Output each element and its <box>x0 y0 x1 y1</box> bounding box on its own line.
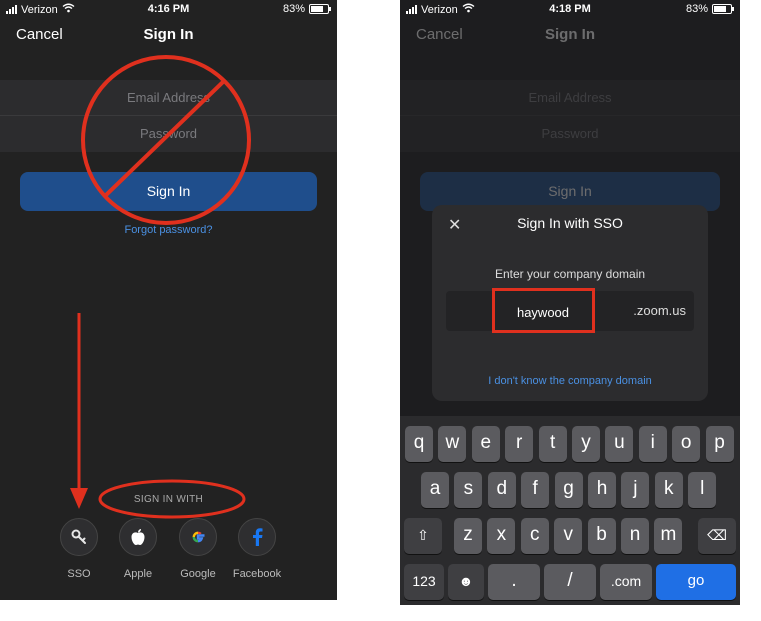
go-key[interactable]: go <box>656 564 736 600</box>
apple-icon <box>119 518 157 556</box>
credential-fields: Email Address Password <box>0 80 337 152</box>
key-r[interactable]: r <box>505 426 534 462</box>
key-e[interactable]: e <box>471 426 500 462</box>
provider-label-facebook: Facebook <box>232 568 282 580</box>
dialog-title: Sign In with SSO <box>517 215 623 231</box>
key-icon <box>60 518 98 556</box>
facebook-provider-button[interactable]: Facebook <box>227 518 287 580</box>
shift-key[interactable]: ⇧ <box>404 518 442 554</box>
sign-in-screen: Verizon 4:16 PM 83% Cancel Sign In Email… <box>0 0 337 600</box>
key-x[interactable]: x <box>487 518 516 554</box>
key-c[interactable]: c <box>520 518 549 554</box>
domain-suffix: .zoom.us <box>633 303 686 318</box>
key-n[interactable]: n <box>621 518 649 554</box>
battery-percent: 83% <box>282 3 305 15</box>
sign-in-button[interactable]: Sign In <box>20 172 317 211</box>
key-p[interactable]: p <box>705 426 734 462</box>
sign-in-with-label: SIGN IN WITH <box>133 494 204 505</box>
key-f[interactable]: f <box>521 472 550 508</box>
emoji-key[interactable]: ☻ <box>448 564 484 600</box>
key-m[interactable]: m <box>654 518 683 554</box>
key-i[interactable]: i <box>638 426 667 462</box>
battery-icon <box>712 4 734 14</box>
key-a[interactable]: a <box>421 472 449 508</box>
email-field[interactable]: Email Address <box>400 80 740 115</box>
google-provider-button[interactable]: Google <box>168 518 228 580</box>
key-k[interactable]: k <box>654 472 683 508</box>
domain-prompt: Enter your company domain <box>494 267 646 281</box>
keyboard-row-3: ⇧ ⌫ zxcvbnm <box>400 518 740 554</box>
key-z[interactable]: z <box>454 518 482 554</box>
key-w[interactable]: w <box>438 426 467 462</box>
dotcom-key[interactable]: .com <box>600 564 652 600</box>
facebook-icon <box>238 518 276 556</box>
status-bar: Verizon 4:18 PM 83% <box>400 0 740 18</box>
password-field[interactable]: Password <box>0 115 337 151</box>
key-g[interactable]: g <box>554 472 583 508</box>
key-b[interactable]: b <box>587 518 616 554</box>
credential-fields: Email Address Password <box>400 80 740 152</box>
password-field[interactable]: Password <box>400 115 740 151</box>
key-o[interactable]: o <box>672 426 701 462</box>
dont-know-domain-link[interactable]: I don't know the company domain <box>432 375 708 387</box>
key-v[interactable]: v <box>554 518 583 554</box>
nav-bar: Cancel Sign In <box>400 22 740 48</box>
domain-highlight-box <box>492 288 595 333</box>
key-t[interactable]: t <box>538 426 567 462</box>
keyboard-row-4: 123 ☻ . / .com go <box>400 564 740 600</box>
battery-icon <box>309 4 331 14</box>
email-field[interactable]: Email Address <box>0 80 337 115</box>
key-l[interactable]: l <box>688 472 717 508</box>
backspace-key[interactable]: ⌫ <box>698 518 736 554</box>
apple-provider-button[interactable]: Apple <box>108 518 168 580</box>
nav-bar: Cancel Sign In <box>0 22 337 48</box>
keyboard-row-2: asdfghjkl <box>400 472 740 508</box>
forgot-password-link[interactable]: Forgot password? <box>0 224 337 236</box>
key-q[interactable]: q <box>405 426 433 462</box>
slash-key[interactable]: / <box>544 564 596 600</box>
period-key[interactable]: . <box>488 564 540 600</box>
page-title: Sign In <box>545 26 595 43</box>
key-h[interactable]: h <box>588 472 616 508</box>
sso-sign-in-screen: Verizon 4:18 PM 83% Cancel Sign In Email… <box>400 0 740 605</box>
provider-label-sso: SSO <box>67 568 91 580</box>
key-y[interactable]: y <box>572 426 600 462</box>
status-bar: Verizon 4:16 PM 83% <box>0 0 337 18</box>
key-d[interactable]: d <box>487 472 516 508</box>
key-u[interactable]: u <box>605 426 634 462</box>
key-j[interactable]: j <box>621 472 650 508</box>
page-title: Sign In <box>143 26 194 43</box>
battery-percent: 83% <box>685 3 708 15</box>
provider-label-google: Google <box>180 568 216 580</box>
keyboard-row-1: qwertyuiop <box>400 426 740 462</box>
numbers-key[interactable]: 123 <box>404 564 444 600</box>
provider-label-apple: Apple <box>123 568 153 580</box>
key-s[interactable]: s <box>454 472 483 508</box>
google-icon <box>179 518 217 556</box>
keyboard: qwertyuiop asdfghjkl ⇧ ⌫ zxcvbnm 123 ☻ .… <box>400 416 740 605</box>
sso-provider-button[interactable]: SSO <box>49 518 109 580</box>
